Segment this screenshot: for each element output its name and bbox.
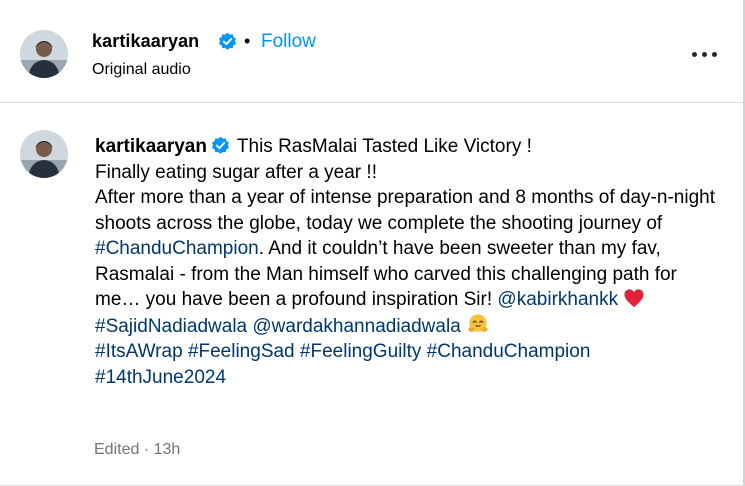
caption-avatar[interactable] [20, 130, 68, 178]
avatar[interactable] [20, 30, 68, 78]
mention-link[interactable]: @kabirkhankk [497, 289, 618, 310]
caption-line: Finally eating sugar after a year !! [95, 161, 377, 183]
red-heart-icon [624, 289, 644, 308]
hashtag-link[interactable]: #SajidNadiadwala [95, 316, 247, 337]
hugging-face-icon [468, 313, 488, 332]
post-header: kartikaaryan • Follow Original audio [0, 0, 743, 102]
username[interactable]: kartikaaryan [92, 31, 199, 52]
caption-title: This RasMalai Tasted Like Victory ! [236, 136, 532, 157]
hashtag-link[interactable]: #FeelingGuilty [300, 341, 421, 362]
caption-username[interactable]: kartikaaryan [95, 136, 207, 157]
header-divider [0, 102, 743, 103]
post-meta-timestamp: Edited · 13h [94, 441, 181, 458]
caption-text: kartikaaryan This RasMalai Tasted Like V… [95, 134, 725, 390]
separator-dot: • [244, 31, 251, 51]
follow-button[interactable]: Follow [261, 31, 316, 53]
hashtag-link[interactable]: #ChanduChampion [427, 341, 591, 362]
hashtag-link[interactable]: #ItsAWrap [95, 341, 183, 362]
verified-badge-icon [212, 136, 229, 154]
hashtag-link[interactable]: #FeelingSad [188, 341, 295, 362]
verified-badge-icon [219, 32, 236, 50]
hashtag-link[interactable]: #ChanduChampion [95, 238, 259, 259]
hashtag-link[interactable]: #14thJune2024 [95, 367, 226, 388]
original-audio-link[interactable]: Original audio [92, 61, 191, 79]
mention-link[interactable]: @wardakhannadiadwala [252, 316, 460, 337]
more-options-icon[interactable] [690, 45, 720, 65]
caption-body: After more than a year of intense prepar… [95, 187, 715, 234]
